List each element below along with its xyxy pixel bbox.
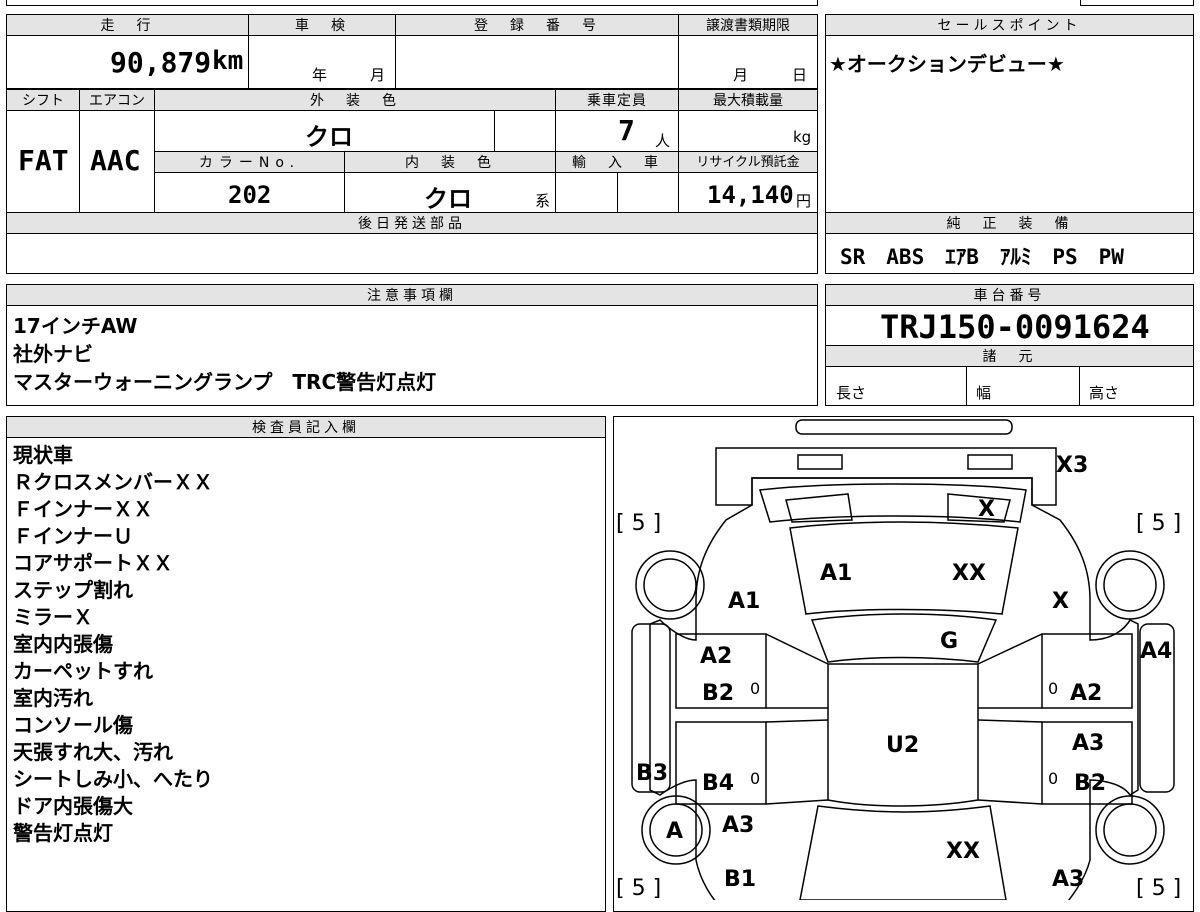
inspector-note: ＦインナーＸＸ: [13, 497, 153, 521]
sales-point-value: ★オークションデビュー★: [829, 52, 1065, 76]
inspector-note: 室内内張傷: [13, 632, 113, 656]
sales-point-label: セールスポイント: [825, 14, 1194, 36]
inspector-note: 天張すれ大、汚れ: [13, 740, 173, 764]
inspector-note: ＦインナーＵ: [13, 524, 133, 548]
recycle-fee-label: リサイクル預託金: [678, 151, 818, 173]
recycle-fee-value: 14,140: [707, 181, 794, 209]
import-cell-a: [555, 172, 618, 213]
chassis-no-value: TRJ150-0091624: [880, 308, 1150, 346]
inspector-note: コアサポートＸＸ: [13, 551, 173, 575]
recycle-fee-unit: 円: [796, 192, 812, 210]
color-no-value: 202: [228, 181, 272, 209]
inspector-note: シートしみ小、へたり: [13, 767, 213, 791]
interior-color-label: 内 装 色: [344, 151, 556, 173]
max-load-label: 最大積載量: [678, 89, 818, 111]
inspection-year: 年: [312, 66, 328, 84]
inspector-notes-label: 検査員記入欄: [6, 416, 606, 438]
color-no-label: カラーNo.: [154, 151, 345, 173]
genuine-equipment-label: 純 正 装 備: [825, 212, 1194, 234]
top-strip-right: [1080, 0, 1194, 6]
inspector-note: 現状車: [13, 443, 73, 467]
deadline-month: 月: [733, 66, 749, 84]
inspector-note: ミラーＸ: [13, 605, 93, 629]
mileage-label: 走 行: [6, 14, 249, 36]
genuine-equipment-value: SR ABS ｴｱB ｱﾙﾐ PS PW: [840, 245, 1124, 269]
exterior-color-label: 外 装 色: [154, 89, 556, 111]
specs-label: 諸 元: [825, 345, 1194, 367]
notes-line-2: 社外ナビ: [13, 342, 93, 366]
capacity-unit: 人: [655, 132, 671, 150]
notes-line-1: 17インチAW: [13, 314, 138, 338]
spec-width-label: 幅: [976, 384, 992, 402]
shift-value: FAT: [18, 144, 69, 177]
ac-label: エアコン: [79, 89, 155, 111]
inspector-note: ステップ割れ: [13, 578, 133, 602]
ac-value: AAC: [90, 144, 141, 177]
inspector-note: コンソール傷: [13, 713, 133, 737]
shift-label: シフト: [6, 89, 80, 111]
inspector-note: 室内汚れ: [13, 686, 93, 710]
inspector-note: 警告灯点灯: [13, 821, 113, 845]
inspector-note: ドア内張傷大: [13, 794, 133, 818]
later-parts-label: 後日発送部品: [6, 212, 818, 234]
exterior-color-value: クロ: [305, 123, 353, 151]
spec-length-label: 長さ: [836, 384, 867, 402]
top-strip: [6, 0, 818, 6]
import-cell-b: [617, 172, 679, 213]
spec-height-label: 高さ: [1089, 384, 1120, 402]
inspector-notes-list: 現状車 ＲクロスメンバーＸＸ ＦインナーＸＸ ＦインナーＵ コアサポートＸＸ ス…: [13, 442, 593, 847]
capacity-value: 7: [618, 114, 635, 147]
later-parts-cell: [6, 233, 818, 274]
exterior-color-sub-cell: [494, 110, 556, 152]
interior-color-value: クロ: [424, 185, 472, 213]
capacity-label: 乗車定員: [555, 89, 679, 111]
registration-label: 登 録 番 号: [395, 14, 679, 36]
interior-color-suffix: 系: [535, 192, 551, 210]
inspector-note: ＲクロスメンバーＸＸ: [13, 470, 213, 494]
import-label: 輸 入 車: [555, 151, 679, 173]
inspection-month: 月: [370, 66, 386, 84]
chassis-no-label: 車台番号: [825, 284, 1194, 306]
transfer-deadline-label: 譲渡書類期限: [678, 14, 818, 36]
mileage-unit: km: [212, 46, 244, 76]
max-load-unit: kg: [793, 128, 812, 146]
registration-cell: [395, 35, 679, 89]
inspection-label: 車 検: [248, 14, 396, 36]
mileage-value: 90,879: [110, 46, 212, 79]
inspector-note: カーペットすれ: [13, 659, 153, 683]
car-diagram-frame: [613, 416, 1194, 912]
notes-line-3: マスターウォーニングランプ TRC警告灯点灯: [13, 370, 437, 394]
deadline-day: 日: [792, 66, 808, 84]
notes-label: 注意事項欄: [6, 284, 818, 306]
